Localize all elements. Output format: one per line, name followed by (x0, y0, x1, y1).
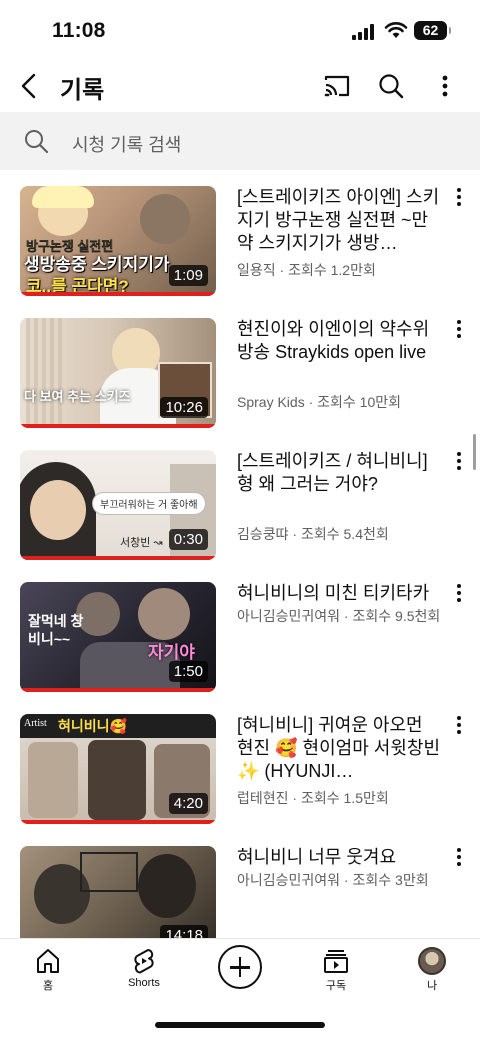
watch-progress-bar (20, 820, 216, 824)
channel-name: 럽테현진 (237, 790, 289, 806)
view-count: 조회수 3만회 (352, 872, 429, 888)
cast-icon[interactable] (322, 71, 352, 101)
thumbnail-caption: 부끄러워하는 거 좋아해 (92, 492, 206, 515)
thumbnail-caption: 서창빈 ↝ (120, 537, 163, 549)
video-title[interactable]: [스트레이키즈 / 혀니비니] 형 왜 그러는 거야? (237, 450, 443, 496)
nav-shorts-label: Shorts (128, 977, 160, 989)
list-item[interactable]: 다 보여 추는 스키즈 10:26 현진이와 이엔이의 약수위 방송 Stray… (0, 302, 480, 432)
avatar (418, 947, 446, 975)
video-meta: 일용직 · 조회수 1.2만회 (237, 262, 376, 278)
video-title[interactable]: 혀니비니 너무 웃겨요 (237, 846, 443, 869)
more-vertical-icon[interactable] (452, 716, 466, 738)
list-item[interactable]: 방구논쟁 실전편 생방송중 스키지기가 코..를 곤다면? 1:09 [스트레이… (0, 170, 480, 300)
nav-home-label: 홈 (42, 980, 54, 992)
video-thumbnail[interactable]: 부끄러워하는 거 좋아해 서창빈 ↝ 0:30 (20, 450, 216, 560)
video-thumbnail[interactable]: 14:18 (20, 846, 216, 938)
channel-name: 김승쿵땨 (237, 526, 289, 542)
watch-progress-bar (20, 424, 216, 428)
thumbnail-caption: Artist (24, 718, 47, 729)
history-list: 방구논쟁 실전편 생방송중 스키지기가 코..를 곤다면? 1:09 [스트레이… (0, 170, 480, 938)
shorts-icon (134, 949, 154, 974)
scrollbar[interactable] (473, 434, 476, 470)
more-vertical-icon[interactable] (452, 848, 466, 870)
video-title[interactable]: 현진이와 이엔이의 약수위 방송 Straykids open live (237, 318, 443, 364)
video-duration: 4:20 (168, 793, 208, 814)
video-meta: Spray Kids · 조회수 10만회 (237, 394, 402, 410)
app-header: 기록 (0, 62, 480, 110)
thumbnail-caption: 혀니비니🥰 (58, 718, 127, 734)
video-duration: 10:26 (160, 397, 208, 418)
page-title: 기록 (60, 77, 105, 104)
video-title[interactable]: 혀니비니의 미친 티키타카 (237, 582, 443, 605)
video-meta: 김승쿵땨 · 조회수 5.4천회 (237, 526, 389, 542)
view-count: 조회수 10만회 (317, 394, 402, 410)
status-bar: 11:08 62 (0, 0, 480, 62)
home-indicator (155, 1022, 325, 1028)
watch-progress-bar (20, 688, 216, 692)
watch-progress-bar (20, 556, 216, 560)
create-button[interactable] (218, 945, 262, 989)
signal-icon (352, 24, 376, 40)
list-item[interactable]: 잘먹네 창비니~~ 자기야 1:50 혀니비니의 미친 티키타카 아니김승민귀여… (0, 566, 480, 696)
history-search-bar[interactable]: 시청 기록 검색 (0, 112, 480, 170)
nav-shorts[interactable]: Shorts (104, 947, 184, 989)
video-duration: 1:50 (168, 661, 208, 682)
video-meta: 럽테현진 · 조회수 1.5만회 (237, 790, 389, 806)
video-title[interactable]: [스트레이키즈 아이엔] 스키지기 방구논쟁 실전편 ~만약 스키지기가 생방… (237, 186, 443, 255)
search-icon[interactable] (376, 71, 406, 101)
channel-name: 일용직 (237, 262, 276, 278)
home-icon (37, 949, 59, 973)
watch-progress-bar (20, 292, 216, 296)
nav-you[interactable]: 나 (392, 947, 472, 993)
channel-name: 아니김승민귀여워 (237, 872, 341, 888)
list-item[interactable]: 14:18 혀니비니 너무 웃겨요 아니김승민귀여워 · 조회수 3만회 (0, 830, 480, 938)
list-item[interactable]: 부끄러워하는 거 좋아해 서창빈 ↝ 0:30 [스트레이키즈 / 혀니비니] … (0, 434, 480, 564)
nav-subscriptions[interactable]: 구독 (296, 947, 376, 993)
video-thumbnail[interactable]: 방구논쟁 실전편 생방송중 스키지기가 코..를 곤다면? 1:09 (20, 186, 216, 296)
view-count: 조회수 9.5천회 (352, 608, 441, 624)
list-item[interactable]: Artist 혀니비니🥰 4:20 [혀니비니] 귀여운 아오먼 현진 🥰 현이… (0, 698, 480, 828)
more-vertical-icon[interactable] (452, 320, 466, 342)
video-duration: 1:09 (168, 265, 208, 286)
nav-subscriptions-label: 구독 (325, 980, 347, 992)
view-count: 조회수 1.2만회 (288, 262, 376, 278)
battery-indicator: 62 (414, 21, 451, 40)
video-thumbnail[interactable]: 다 보여 추는 스키즈 10:26 (20, 318, 216, 428)
channel-name: Spray Kids (237, 394, 305, 410)
video-meta: 아니김승민귀여워 · 조회수 3만회 (237, 872, 429, 888)
back-button[interactable] (14, 70, 46, 102)
thumbnail-caption: 잘먹네 창비니~~ (28, 613, 84, 647)
wifi-icon (384, 22, 408, 38)
video-duration: 0:30 (168, 529, 208, 550)
nav-home[interactable]: 홈 (8, 947, 88, 993)
video-duration: 14:18 (160, 925, 208, 938)
nav-you-label: 나 (426, 980, 438, 992)
thumbnail-caption: 자기야 (148, 643, 195, 662)
search-input[interactable]: 시청 기록 검색 (72, 131, 181, 157)
channel-name: 아니김승민귀여워 (237, 608, 341, 624)
video-thumbnail[interactable]: Artist 혀니비니🥰 4:20 (20, 714, 216, 824)
more-vertical-icon[interactable] (432, 71, 458, 101)
status-time: 11:08 (52, 19, 106, 42)
video-meta: 아니김승민귀여워 · 조회수 9.5천회 (237, 608, 441, 624)
more-vertical-icon[interactable] (452, 452, 466, 474)
search-icon (25, 130, 49, 154)
more-vertical-icon[interactable] (452, 188, 466, 210)
video-title[interactable]: [혀니비니] 귀여운 아오먼 현진 🥰 현이엄마 서윗창빈✨ (HYUNJI… (237, 714, 443, 783)
more-vertical-icon[interactable] (452, 584, 466, 606)
thumbnail-caption: 다 보여 추는 스키즈 (24, 389, 131, 404)
video-thumbnail[interactable]: 잘먹네 창비니~~ 자기야 1:50 (20, 582, 216, 692)
subscriptions-icon (324, 950, 348, 973)
view-count: 조회수 5.4천회 (300, 526, 389, 542)
view-count: 조회수 1.5만회 (300, 790, 389, 806)
